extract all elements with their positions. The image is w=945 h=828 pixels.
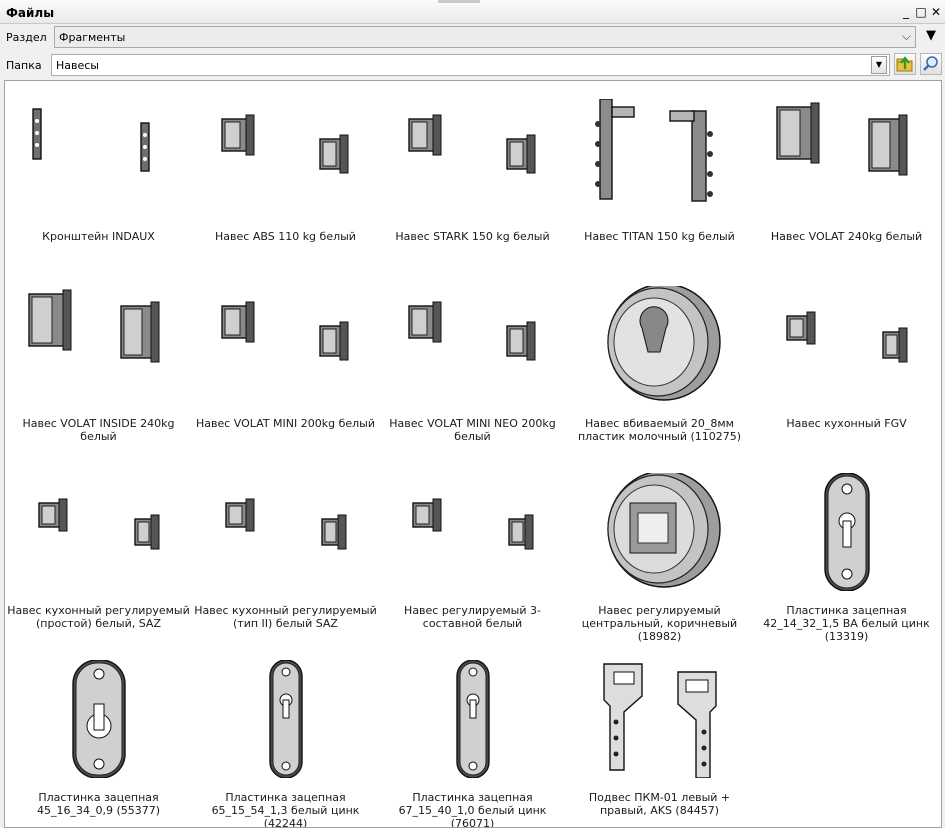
folder-dropdown-icon[interactable]: ▼ [871,56,887,74]
search-button[interactable] [920,53,942,75]
folder-label: Папка [6,59,42,72]
fragment-item[interactable]: Навес VOLAT MINI 200kg белый [192,268,379,454]
fragment-item[interactable]: Навес VOLAT 240kg белый [753,81,940,267]
panel-title: Файлы [6,6,55,20]
folder-row: Папка Навесы ▼ [0,52,945,79]
folder-up-icon [896,56,913,72]
chevron-down-icon: ⌵ [901,29,911,43]
keyhole-plate-icon [824,473,870,591]
fragment-item[interactable]: Навес регулируемый 3-составной белый [379,455,566,641]
fragment-item[interactable]: Пластинка зацепная 67_15_40_1,0 белый ци… [379,642,566,828]
fragment-item[interactable]: Навес регулируемый центральный, коричнев… [566,455,753,643]
panel-menu-arrow-icon[interactable]: ▼ [926,28,936,43]
hanger-pair-icon [603,663,717,778]
fragment-caption: Навес кухонный регулируемый (простой) бе… [7,604,190,630]
section-value: Фрагменты [59,31,126,44]
fragment-item[interactable]: Подвес ПКМ-01 левый + правый, AKS (84457… [566,642,753,827]
fragment-caption: Кронштейн INDAUX [42,230,155,243]
round-socket-open-icon [607,473,721,588]
fragment-caption: Навес регулируемый 3-составной белый [404,604,541,630]
maximize-icon[interactable]: □ [913,4,929,20]
hinge-pair-icon [221,114,349,174]
section-row: Раздел Фрагменты ⌵ ▼ [0,24,945,51]
fragment-item[interactable]: Кронштейн INDAUX [5,81,192,267]
minimize-icon[interactable]: _ [898,4,914,20]
folder-select[interactable]: Навесы ▼ [51,54,890,76]
folder-value: Навесы [56,59,99,72]
keyhole-plate-narrow-icon [269,660,303,778]
fragment-caption: Навес TITAN 150 kg белый [584,230,735,243]
fragment-caption: Навес VOLAT MINI NEO 200kg белый [389,417,556,443]
search-icon [923,56,938,71]
keyhole-plate-wide-icon [72,660,126,778]
folder-up-button[interactable] [894,53,916,75]
fragment-item[interactable]: Навес STARK 150 kg белый [379,81,566,267]
fragment-caption: Пластинка зацепная 45_16_34_0,9 (55377) [36,791,161,817]
hinge-pair-small-icon [38,498,160,550]
fragment-item[interactable]: Навес VOLAT INSIDE 240kg белый [5,268,192,454]
tall-bracket-pair-icon [595,99,713,202]
fragment-item[interactable]: Навес ABS 110 kg белый [192,81,379,267]
fragment-caption: Пластинка зацепная 65_15_54_1,3 белый ци… [211,791,360,828]
hinge-pair-large-icon [776,102,908,176]
hinge-pair-large-icon [28,289,160,363]
bracket-pair-icon [32,108,150,172]
fragment-caption: Навес VOLAT 240kg белый [770,230,923,243]
fragment-item[interactable]: Навес кухонный регулируемый (простой) бе… [5,455,192,641]
fragment-item[interactable]: Навес VOLAT MINI NEO 200kg белый [379,268,566,454]
section-label: Раздел [6,31,47,44]
fragment-caption: Пластинка зацепная 42_14_32_1,5 BA белый… [763,604,930,643]
fragment-item[interactable]: Навес кухонный FGV [753,268,940,454]
fragment-caption: Навес VOLAT INSIDE 240kg белый [22,417,175,443]
fragment-caption: Навес регулируемый центральный, коричнев… [581,604,738,643]
fragment-caption: Навес STARK 150 kg белый [395,230,550,243]
hinge-pair-small-icon [786,311,908,363]
fragment-item[interactable]: Пластинка зацепная 45_16_34_0,9 (55377) [5,642,192,827]
fragment-grid[interactable]: Кронштейн INDAUX Навес ABS 110 kg белый … [4,80,942,828]
hinge-pair-small-icon [225,498,347,550]
section-select[interactable]: Фрагменты ⌵ [54,26,916,48]
fragment-caption: Подвес ПКМ-01 левый + правый, AKS (84457… [588,791,731,817]
round-socket-icon [607,286,721,401]
fragment-caption: Навес кухонный регулируемый (тип II) бел… [194,604,377,630]
close-icon[interactable]: ✕ [928,4,944,20]
hinge-pair-icon [408,114,536,174]
fragment-caption: Пластинка зацепная 67_15_40_1,0 белый ци… [398,791,547,828]
drag-grip[interactable] [438,0,480,3]
fragment-item[interactable]: Навес вбиваемый 20_8мм пластик молочный … [566,268,753,454]
hinge-pair-small-icon [412,498,534,550]
keyhole-plate-narrow-icon [456,660,490,778]
fragment-caption: Навес VOLAT MINI 200kg белый [195,417,376,430]
fragment-caption: Навес вбиваемый 20_8мм пластик молочный … [577,417,742,443]
fragment-item[interactable]: Навес кухонный регулируемый (тип II) бел… [192,455,379,641]
fragment-caption: Навес кухонный FGV [786,417,907,430]
hinge-pair-icon [408,301,536,361]
fragment-caption: Навес ABS 110 kg белый [215,230,356,243]
fragment-item[interactable]: Навес TITAN 150 kg белый [566,81,753,267]
fragment-item[interactable]: Пластинка зацепная 42_14_32_1,5 BA белый… [753,455,940,643]
panel-titlebar: Файлы _ □ ✕ [0,0,945,24]
fragment-item[interactable]: Пластинка зацепная 65_15_54_1,3 белый ци… [192,642,379,828]
hinge-pair-icon [221,301,349,361]
